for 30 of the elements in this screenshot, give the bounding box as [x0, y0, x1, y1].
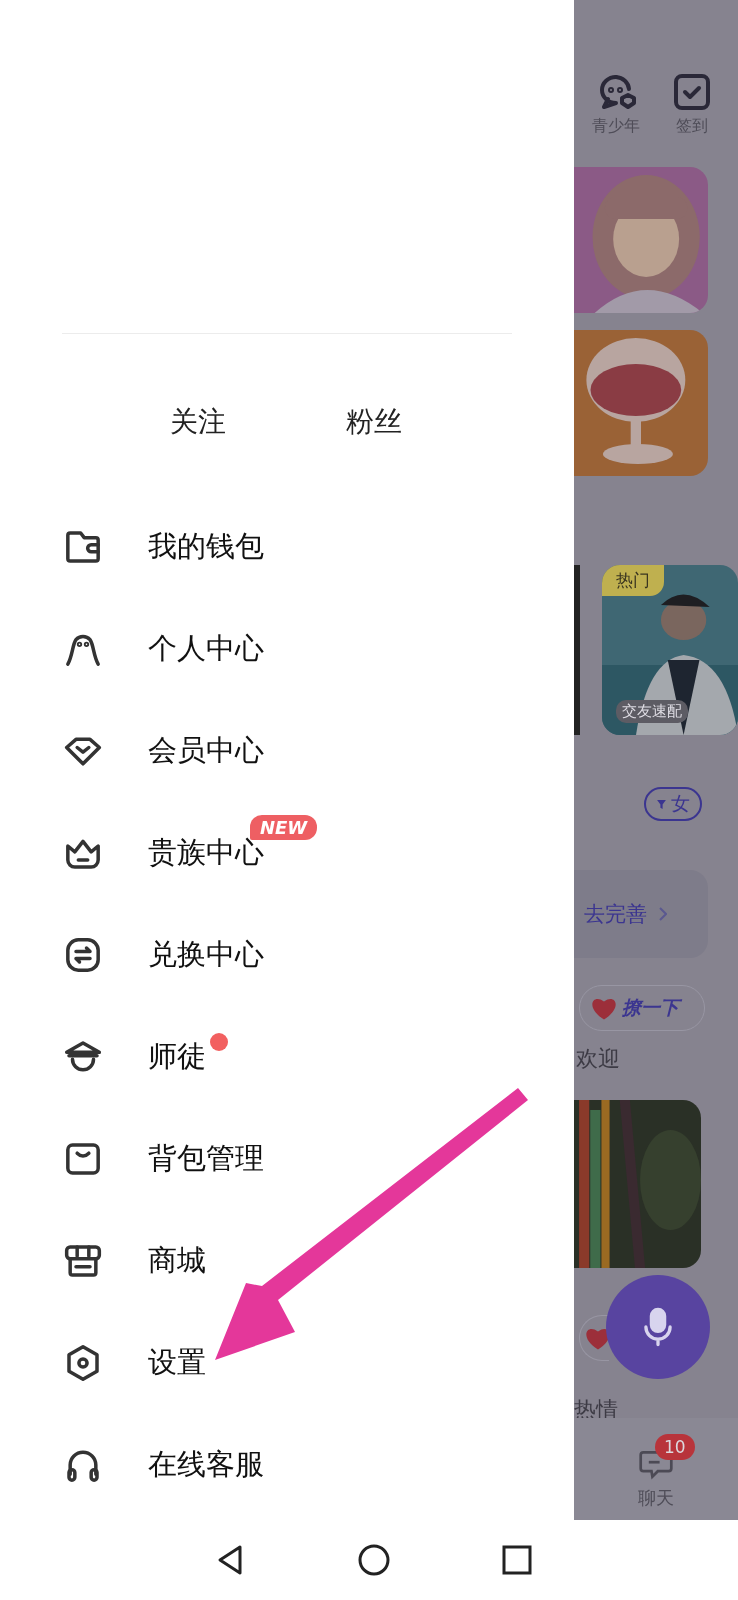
menu-label: 背包管理 [148, 1140, 264, 1177]
chevron-right-icon [659, 907, 667, 921]
card-caption: 交友速配 [616, 700, 688, 723]
menu-item[interactable]: 在线客服 [62, 1414, 264, 1516]
menu-item[interactable]: 师徒 [62, 1006, 236, 1108]
menu-label: 师徒 [148, 1038, 206, 1075]
menu-label: 在线客服 [148, 1446, 264, 1483]
stat-label[interactable]: 关注 [170, 408, 226, 496]
home-icon[interactable] [357, 1543, 391, 1577]
menu-item[interactable]: 设置 [62, 1312, 206, 1414]
hot-tag: 热门 [602, 565, 664, 596]
section-title: 欢迎 [576, 1045, 620, 1073]
menu-item[interactable]: 兑换中心 [62, 904, 264, 1006]
stat-label[interactable]: 粉丝 [346, 408, 402, 496]
checkbox-icon[interactable] [672, 72, 712, 112]
menu-label: 兑换中心 [148, 936, 264, 973]
menu-item[interactable]: 背包管理 [62, 1108, 264, 1210]
menu-label: 商城 [148, 1242, 206, 1279]
menu-item[interactable]: 会员中心 [62, 700, 264, 802]
filter-icon [656, 798, 667, 810]
menu-label: 设置 [148, 1344, 206, 1381]
menu-item[interactable]: 商城 [62, 1210, 206, 1312]
unread-badge: 10 [655, 1434, 695, 1460]
menu-item[interactable]: 我的钱包 [62, 496, 264, 598]
new-badge: NEW [250, 815, 318, 840]
menu-item[interactable]: 贵族中心 NEW [62, 802, 330, 904]
menu-label: 个人中心 [148, 630, 264, 667]
menu-label: 会员中心 [148, 732, 264, 769]
menu-label: 我的钱包 [148, 528, 264, 565]
menu-item[interactable]: 个人中心 [62, 598, 264, 700]
